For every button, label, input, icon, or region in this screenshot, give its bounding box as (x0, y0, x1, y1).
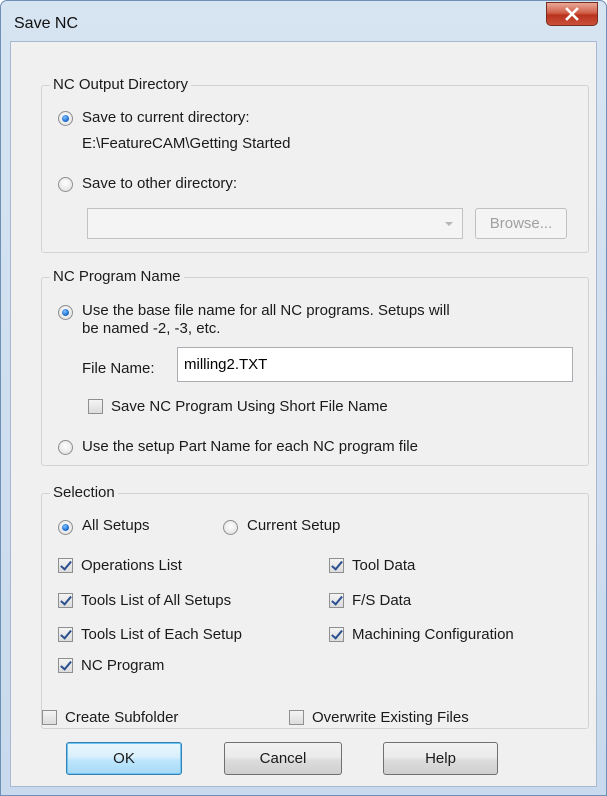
fs-data-label: F/S Data (352, 592, 412, 609)
all-setups-radio[interactable] (58, 520, 73, 535)
cancel-button[interactable]: Cancel (224, 742, 342, 775)
save-other-directory-radio[interactable] (58, 177, 73, 192)
ok-button[interactable]: OK (66, 742, 182, 775)
current-setup-label: Current Setup (247, 517, 341, 534)
create-subfolder-checkbox[interactable] (42, 710, 57, 725)
dialog-window: Save NC NC Output Directory Save to curr… (0, 0, 607, 796)
short-file-name-checkbox[interactable] (88, 399, 103, 414)
selection-label: Selection (50, 484, 118, 501)
all-setups-label: All Setups (82, 517, 150, 534)
save-current-directory-radio[interactable] (58, 111, 73, 126)
tools-list-each-setup-checkbox[interactable] (58, 627, 73, 642)
chevron-down-icon (445, 222, 453, 226)
save-other-directory-label: Save to other directory: (82, 175, 238, 192)
operations-list-label: Operations List (81, 557, 182, 574)
tool-data-checkbox[interactable] (329, 558, 344, 573)
use-part-name-radio[interactable] (58, 440, 73, 455)
operations-list-checkbox[interactable] (58, 558, 73, 573)
use-base-file-name-label-line2: be named -2, -3, etc. (82, 320, 221, 337)
dialog-body: NC Output Directory Save to current dire… (10, 41, 597, 787)
short-file-name-label: Save NC Program Using Short File Name (111, 398, 388, 415)
machining-configuration-label: Machining Configuration (352, 626, 514, 643)
current-setup-radio[interactable] (223, 520, 238, 535)
nc-program-label: NC Program (81, 657, 165, 674)
create-subfolder-label: Create Subfolder (65, 709, 179, 726)
tools-list-each-setup-label: Tools List of Each Setup (81, 626, 242, 643)
output-directory-label: NC Output Directory (50, 76, 192, 93)
tools-list-all-setups-label: Tools List of All Setups (81, 592, 232, 609)
close-icon (565, 7, 579, 21)
file-name-input[interactable] (177, 347, 573, 382)
current-directory-path: E:\FeatureCAM\Getting Started (82, 135, 291, 152)
program-name-label: NC Program Name (50, 268, 184, 285)
overwrite-files-checkbox[interactable] (289, 710, 304, 725)
file-name-label: File Name: (82, 360, 155, 377)
use-part-name-label: Use the setup Part Name for each NC prog… (82, 438, 418, 455)
other-directory-dropdown[interactable] (87, 208, 463, 239)
browse-button[interactable]: Browse... (475, 208, 567, 239)
overwrite-files-label: Overwrite Existing Files (312, 709, 469, 726)
use-base-file-name-radio[interactable] (58, 305, 73, 320)
machining-configuration-checkbox[interactable] (329, 627, 344, 642)
close-button[interactable] (546, 2, 598, 26)
tool-data-label: Tool Data (352, 557, 416, 574)
fs-data-checkbox[interactable] (329, 593, 344, 608)
title-bar[interactable]: Save NC (1, 1, 606, 41)
tools-list-all-setups-checkbox[interactable] (58, 593, 73, 608)
nc-program-checkbox[interactable] (58, 658, 73, 673)
save-current-directory-label: Save to current directory: (82, 109, 250, 126)
help-button[interactable]: Help (383, 742, 498, 775)
window-title: Save NC (14, 15, 79, 32)
use-base-file-name-label-line1: Use the base file name for all NC progra… (82, 302, 450, 319)
